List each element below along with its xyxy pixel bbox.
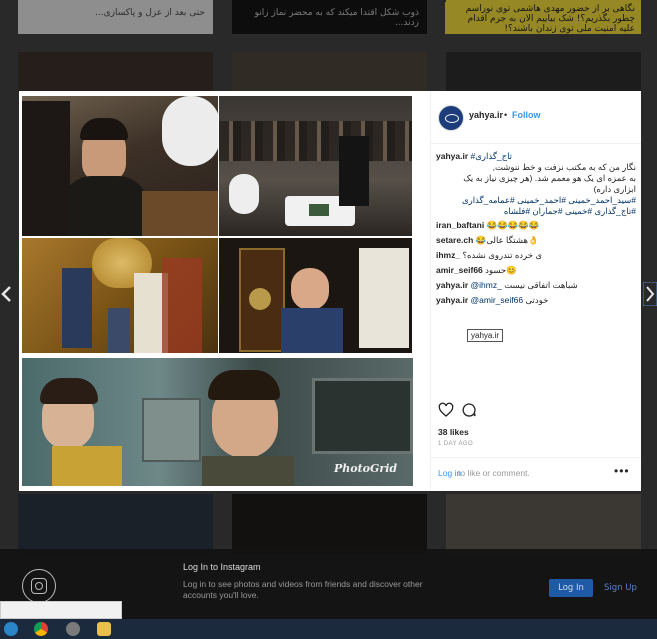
photo-cell <box>22 96 218 236</box>
avatar[interactable] <box>438 105 464 131</box>
comment-user[interactable]: yahya.ir <box>436 295 468 305</box>
post-time: 1 DAY AGO <box>438 441 474 447</box>
post-username[interactable]: yahya.ir <box>469 110 503 120</box>
comment-user[interactable]: ihmz_ <box>436 250 460 260</box>
hashtag-link[interactable]: #تاج_گذاری <box>471 151 513 161</box>
notification-strip <box>0 601 122 619</box>
post-sidebar: yahya.ir • Follow yahya.ir #تاج_گذاری نگ… <box>430 91 641 491</box>
login-to-comment-bar: Log in to like or comment. ••• <box>431 457 641 492</box>
photo-cell: PhotoGrid <box>22 358 413 486</box>
login-hint: to like or comment. <box>458 468 530 478</box>
username-tooltip: yahya.ir <box>467 329 504 342</box>
comment: ihmz_ ی خرده تندروی نشده؟ <box>436 250 636 261</box>
comment-text: حسود😊 <box>485 265 517 275</box>
next-arrow-icon[interactable] <box>642 281 657 307</box>
comment-mention[interactable]: @ihmz_ <box>471 280 502 290</box>
comment-user[interactable]: amir_seif66 <box>436 265 483 275</box>
comment-text: 😂هشتگا عالی👌 <box>475 235 539 245</box>
photo-cell <box>22 238 218 353</box>
photogrid-watermark: PhotoGrid <box>334 462 398 475</box>
telegram-icon[interactable] <box>4 622 18 636</box>
post-modal: PhotoGrid yahya.ir • Follow yahya.ir #تا… <box>19 91 641 491</box>
comment-text: ی خرده تندروی نشده؟ <box>462 250 543 260</box>
banner-signup-button[interactable]: Sign Up <box>604 583 637 593</box>
app-icon[interactable] <box>66 622 80 636</box>
photo-cell <box>219 96 412 236</box>
chrome-icon[interactable] <box>34 622 48 636</box>
more-options-icon[interactable]: ••• <box>614 464 630 478</box>
comment: iran_baftani 😂😂😂😂😂 <box>436 220 636 231</box>
banner-subtitle: Log in to see photos and videos from fri… <box>183 579 423 600</box>
comments-list: yahya.ir #تاج_گذاری نگار من که به مکتب ن… <box>436 151 636 306</box>
comment-user[interactable]: setare.ch <box>436 235 473 245</box>
comment: yahya.ir @amir_seif66 خودتی <box>436 295 636 306</box>
caption-header: yahya.ir #تاج_گذاری <box>436 151 636 162</box>
post-photo[interactable]: PhotoGrid <box>19 91 430 491</box>
caption-line: نگار من که به مکتب نرفت و خط ننوشت, <box>492 162 636 172</box>
comment-text: شباهت اتفاقی نیست <box>504 280 578 290</box>
caption-line: ابزاری داره) <box>593 184 636 194</box>
comment: amir_seif66 حسود😊 <box>436 265 636 276</box>
taskbar <box>0 619 657 639</box>
post-header: yahya.ir • Follow <box>431 91 641 144</box>
separator-dot: • <box>504 110 508 120</box>
instagram-logo-icon <box>22 569 56 603</box>
caption-hashtags[interactable]: #تاج_گذاری #خمینی #جماران #فلشاه <box>436 206 636 217</box>
comment-text: 😂😂😂😂😂 <box>486 220 540 230</box>
banner-title: Log In to Instagram <box>183 562 261 572</box>
comment-mention[interactable]: @amir_seif66 <box>471 295 524 305</box>
caption-line: به عمزه ای یک هو معمم شد. (هر چیزی نیاز … <box>463 173 636 183</box>
comment-user[interactable]: iran_baftani <box>436 220 484 230</box>
comment: setare.ch 😂هشتگا عالی👌 <box>436 235 636 246</box>
comment-text: خودتی <box>525 295 549 305</box>
heart-icon[interactable] <box>438 402 454 418</box>
caption-user[interactable]: yahya.ir <box>436 151 468 161</box>
previous-arrow-icon[interactable] <box>0 284 14 304</box>
caption-hashtags[interactable]: #سید_احمد_خمینی #احمد_خمینی #عمامه_گذاری <box>436 195 636 206</box>
folder-icon[interactable] <box>97 622 111 636</box>
follow-button[interactable]: Follow <box>512 110 541 120</box>
comment-user[interactable]: yahya.ir <box>436 280 468 290</box>
comment-icon[interactable] <box>461 402 477 418</box>
photo-cell <box>219 238 412 353</box>
comment: yahya.ir @ihmz_ شباهت اتفاقی نیست <box>436 280 636 291</box>
banner-login-button[interactable]: Log In <box>549 579 593 597</box>
likes-count[interactable]: 38 likes <box>438 427 469 437</box>
